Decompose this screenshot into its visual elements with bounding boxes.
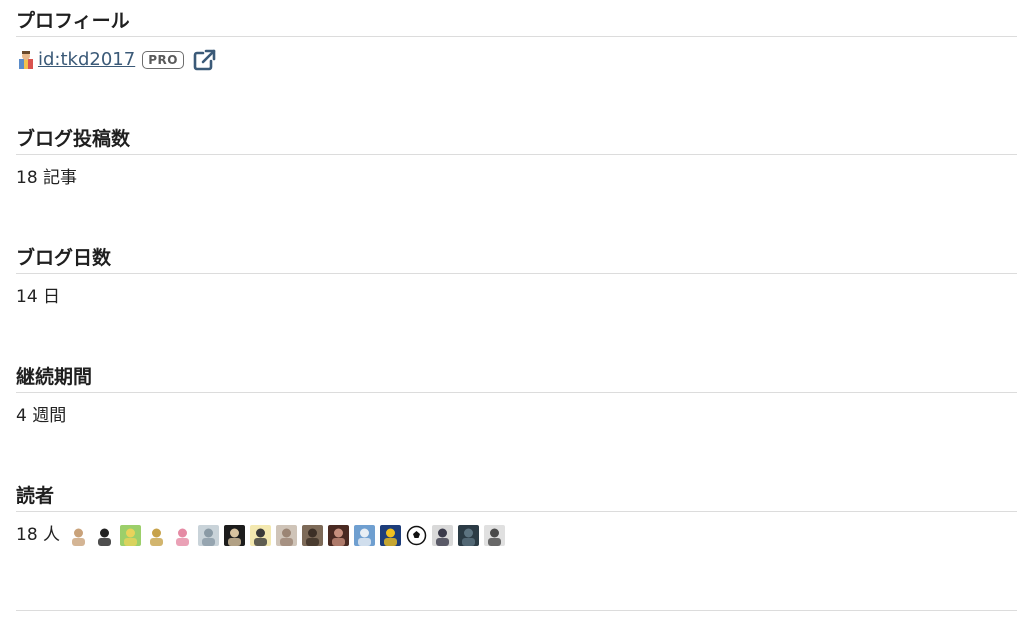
days-value: 14 日	[16, 287, 61, 307]
figure-avatar-icon	[68, 524, 90, 546]
flower-avatar-icon	[172, 524, 194, 546]
period-heading: 継続期間	[16, 364, 1017, 393]
sign-avatar-icon	[146, 524, 168, 546]
face-avatar-icon	[250, 524, 272, 546]
reader-avatar-4[interactable]	[146, 524, 168, 546]
photo-avatar-icon	[276, 524, 298, 546]
pro-badge: PRO	[142, 51, 184, 69]
reader-avatar-8[interactable]	[250, 524, 272, 546]
plant-avatar-icon	[484, 524, 506, 546]
reader-avatar-9[interactable]	[276, 524, 298, 546]
dark-person-avatar-icon	[432, 524, 454, 546]
reader-avatar-6[interactable]	[198, 524, 220, 546]
external-link-icon[interactable]	[193, 49, 217, 71]
posts-value: 18 記事	[16, 168, 78, 188]
profile-row: id:tkd2017 PRO	[16, 47, 217, 73]
reader-avatar-7[interactable]	[224, 524, 246, 546]
soccer-ball-avatar-icon	[406, 524, 428, 546]
sky-avatar-icon	[354, 524, 376, 546]
days-section: ブログ日数 14 日	[16, 245, 1017, 310]
photo-avatar-icon	[302, 524, 324, 546]
reader-avatar-17[interactable]	[484, 524, 506, 546]
landscape-avatar-icon	[120, 524, 142, 546]
person-avatar-icon	[328, 524, 350, 546]
dark-photo-avatar-icon	[458, 524, 480, 546]
posts-heading: ブログ投稿数	[16, 126, 1017, 155]
character-avatar-icon	[380, 524, 402, 546]
reader-count: 18 人	[16, 525, 61, 545]
reader-avatar-3[interactable]	[120, 524, 142, 546]
profile-user-link[interactable]: id:tkd2017	[38, 47, 139, 73]
reader-avatar-14[interactable]	[406, 524, 428, 546]
period-value: 4 週間	[16, 406, 67, 426]
profile-body: id:tkd2017 PRO	[16, 47, 1017, 73]
reader-avatar-list	[68, 524, 506, 546]
profile-heading: プロフィール	[16, 8, 1017, 37]
girl-avatar-icon	[94, 524, 116, 546]
readers-body: 18 人	[16, 522, 1017, 548]
reader-avatar-10[interactable]	[302, 524, 324, 546]
photo-avatar-icon	[198, 524, 220, 546]
reader-avatar-11[interactable]	[328, 524, 350, 546]
readers-section: 読者 18 人	[16, 483, 1017, 548]
profile-section: プロフィール id:tkd2017 PRO	[16, 8, 1017, 73]
posts-section: ブログ投稿数 18 記事	[16, 126, 1017, 191]
reader-avatar-16[interactable]	[458, 524, 480, 546]
readers-heading: 読者	[16, 483, 1017, 512]
reader-avatar-12[interactable]	[354, 524, 376, 546]
days-heading: ブログ日数	[16, 245, 1017, 274]
reader-avatar-1[interactable]	[68, 524, 90, 546]
reader-avatar-15[interactable]	[432, 524, 454, 546]
bottom-divider	[16, 610, 1017, 611]
reader-avatar-2[interactable]	[94, 524, 116, 546]
user-avatar-icon[interactable]	[16, 50, 36, 70]
person-avatar-icon	[224, 524, 246, 546]
reader-avatar-13[interactable]	[380, 524, 402, 546]
period-section: 継続期間 4 週間	[16, 364, 1017, 429]
reader-avatar-5[interactable]	[172, 524, 194, 546]
